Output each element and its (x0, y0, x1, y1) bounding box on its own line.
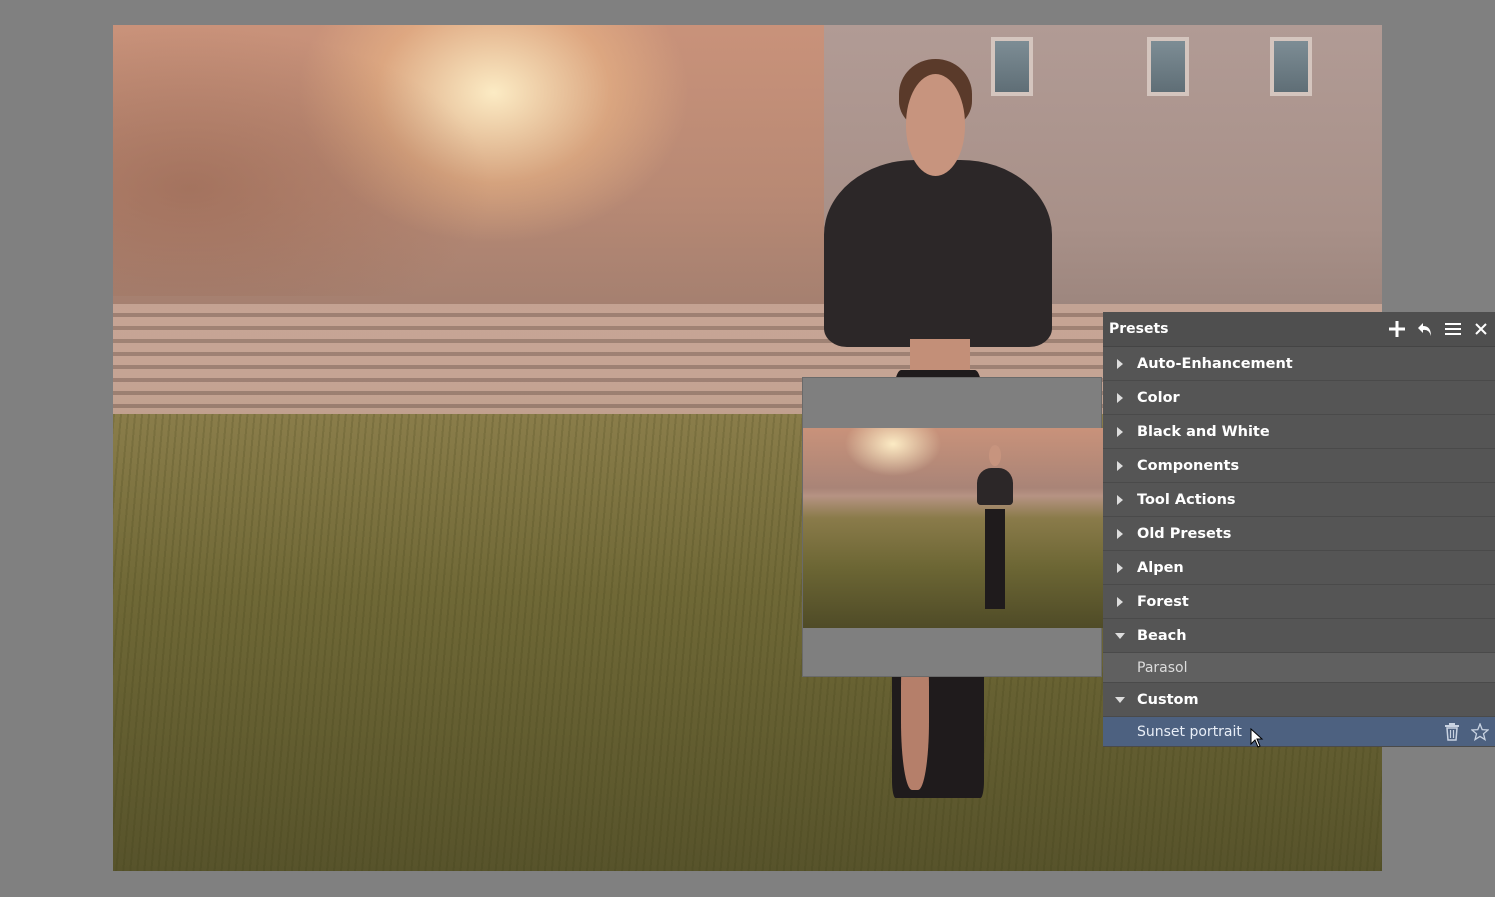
thumbnail-person-jacket (977, 467, 1013, 506)
preset-category-tool-actions[interactable]: Tool Actions (1103, 483, 1495, 517)
category-label: Old Presets (1137, 525, 1232, 542)
expand-arrow-icon (1103, 426, 1137, 437)
category-label: Black and White (1137, 423, 1270, 440)
preset-category-auto-enhancement[interactable]: Auto-Enhancement (1103, 347, 1495, 381)
expand-arrow-icon (1103, 358, 1137, 369)
preset-item-parasol[interactable]: Parasol (1103, 653, 1495, 683)
photo-trees (113, 25, 494, 296)
person-jacket (823, 160, 1053, 347)
expand-arrow-icon (1103, 392, 1137, 403)
category-label: Forest (1137, 593, 1189, 610)
preset-item-sunset-portrait[interactable]: Sunset portrait (1103, 717, 1495, 747)
preset-category-forest[interactable]: Forest (1103, 585, 1495, 619)
presets-panel-header: Presets (1103, 312, 1495, 347)
person-waist (910, 339, 970, 371)
panel-title: Presets (1109, 321, 1169, 337)
preset-preview-popup (802, 377, 1103, 677)
preset-category-color[interactable]: Color (1103, 381, 1495, 415)
mouse-cursor-icon (1250, 728, 1264, 748)
person-head (905, 74, 966, 176)
trash-icon[interactable] (1441, 721, 1463, 743)
category-label: Custom (1137, 691, 1199, 708)
preset-category-custom[interactable]: Custom (1103, 683, 1495, 717)
category-label: Tool Actions (1137, 491, 1236, 508)
plus-icon[interactable] (1383, 315, 1411, 343)
preset-item-label: Sunset portrait (1137, 723, 1242, 740)
category-label: Components (1137, 457, 1240, 474)
close-icon[interactable] (1467, 315, 1495, 343)
category-label: Beach (1137, 627, 1187, 644)
presets-panel: Presets Auto-Enhancement Color Black and… (1103, 312, 1495, 747)
undo-icon[interactable] (1411, 315, 1439, 343)
thumbnail-person (977, 440, 1013, 612)
expand-arrow-icon (1103, 596, 1137, 607)
collapse-arrow-icon (1103, 696, 1137, 704)
preset-category-black-and-white[interactable]: Black and White (1103, 415, 1495, 449)
preset-category-alpen[interactable]: Alpen (1103, 551, 1495, 585)
preset-preview-thumbnail (803, 428, 1103, 628)
expand-arrow-icon (1103, 562, 1137, 573)
preset-item-label: Parasol (1137, 659, 1188, 676)
expand-arrow-icon (1103, 528, 1137, 539)
category-label: Alpen (1137, 559, 1184, 576)
photo-window (1270, 36, 1312, 97)
star-icon[interactable] (1469, 721, 1491, 743)
thumbnail-person-skirt (984, 508, 1006, 609)
photo-window (1147, 36, 1189, 97)
expand-arrow-icon (1103, 460, 1137, 471)
category-label: Auto-Enhancement (1137, 355, 1293, 372)
thumbnail-person-head (988, 445, 1001, 466)
collapse-arrow-icon (1103, 632, 1137, 640)
preset-category-old-presets[interactable]: Old Presets (1103, 517, 1495, 551)
menu-icon[interactable] (1439, 315, 1467, 343)
preset-category-components[interactable]: Components (1103, 449, 1495, 483)
expand-arrow-icon (1103, 494, 1137, 505)
category-label: Color (1137, 389, 1180, 406)
preset-category-beach[interactable]: Beach (1103, 619, 1495, 653)
